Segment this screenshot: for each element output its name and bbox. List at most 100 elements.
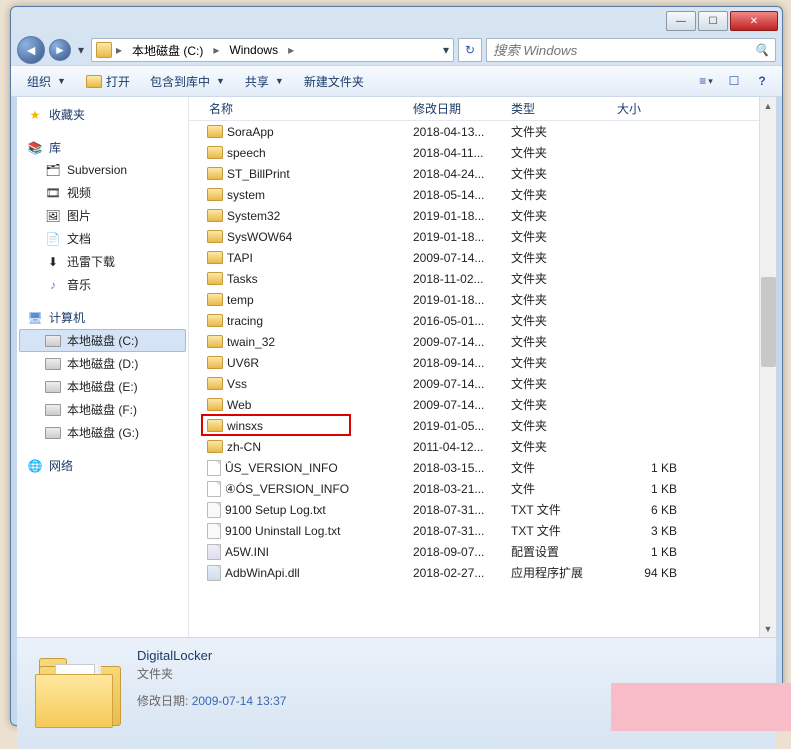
chevron-right-icon[interactable]: ▸ xyxy=(211,43,221,57)
file-row[interactable]: Vss2009-07-14...文件夹 xyxy=(189,373,759,394)
scrollbar[interactable]: ▲ ▼ xyxy=(759,97,776,637)
file-row[interactable]: ST_BillPrint2018-04-24...文件夹 xyxy=(189,163,759,184)
sidebar-drive-g[interactable]: 本地磁盘 (G:) xyxy=(19,421,186,444)
file-row[interactable]: twain_322009-07-14...文件夹 xyxy=(189,331,759,352)
sidebar-favorites[interactable]: ★收藏夹 xyxy=(19,103,186,126)
sidebar-libraries[interactable]: 📚库 xyxy=(19,136,186,159)
scroll-thumb[interactable] xyxy=(761,277,776,367)
search-field[interactable] xyxy=(493,43,754,58)
file-row[interactable]: 9100 Uninstall Log.txt2018-07-31...TXT 文… xyxy=(189,520,759,541)
file-list[interactable]: 名称 修改日期 类型 大小 SoraApp2018-04-13...文件夹spe… xyxy=(189,97,759,637)
minimize-button[interactable]: — xyxy=(666,11,696,31)
file-row[interactable]: speech 2018-04-11...文件夹 xyxy=(189,142,759,163)
share-menu[interactable]: 共享▼ xyxy=(237,69,292,94)
maximize-button[interactable]: ☐ xyxy=(698,11,728,31)
sidebar-drive-e[interactable]: 本地磁盘 (E:) xyxy=(19,375,186,398)
view-options-button[interactable]: ≡▾ xyxy=(694,69,718,93)
sidebar-drive-d[interactable]: 本地磁盘 (D:) xyxy=(19,352,186,375)
include-library-menu[interactable]: 包含到库中▼ xyxy=(142,69,233,94)
file-name: Vss xyxy=(227,377,247,391)
file-type: 文件夹 xyxy=(511,144,617,161)
sidebar-item-music[interactable]: ♪音乐 xyxy=(19,273,186,296)
file-row[interactable]: A5W.INI2018-09-07...配置设置1 KB xyxy=(189,541,759,562)
crumb-drive[interactable]: 本地磁盘 (C:) xyxy=(126,40,209,61)
library-icon: 📚 xyxy=(27,140,43,156)
drive-icon xyxy=(45,404,61,416)
file-row[interactable]: UV6R2018-09-14...文件夹 xyxy=(189,352,759,373)
sidebar-drive-f[interactable]: 本地磁盘 (F:) xyxy=(19,398,186,421)
sidebar-item-subversion[interactable]: 🗂Subversion xyxy=(19,159,186,181)
file-row[interactable]: Web2009-07-14...文件夹 xyxy=(189,394,759,415)
file-name: A5W.INI xyxy=(225,545,269,559)
column-type[interactable]: 类型 xyxy=(511,100,617,117)
nav-forward-button[interactable]: ► xyxy=(49,39,71,61)
dropdown-icon[interactable]: ▾ xyxy=(443,43,449,57)
column-size[interactable]: 大小 xyxy=(617,100,697,117)
column-name[interactable]: 名称 xyxy=(189,100,413,117)
file-name: Tasks xyxy=(227,272,258,286)
file-date: 2018-09-07... xyxy=(413,545,511,559)
sidebar-item-documents[interactable]: 📄文档 xyxy=(19,227,186,250)
file-row[interactable]: temp2019-01-18...文件夹 xyxy=(189,289,759,310)
scroll-down-icon[interactable]: ▼ xyxy=(760,620,776,637)
file-row[interactable]: ④ÓS_VERSION_INFO2018-03-21...文件1 KB xyxy=(189,478,759,499)
file-row[interactable]: Tasks2018-11-02...文件夹 xyxy=(189,268,759,289)
file-row[interactable]: SysWOW642019-01-18...文件夹 xyxy=(189,226,759,247)
file-type: 文件夹 xyxy=(511,207,617,224)
close-button[interactable]: ✕ xyxy=(730,11,778,31)
sidebar-drive-c[interactable]: 本地磁盘 (C:) xyxy=(19,329,186,352)
picture-icon: 🖼 xyxy=(45,208,61,224)
search-input[interactable]: 🔍 xyxy=(486,38,776,62)
chevron-right-icon[interactable]: ▸ xyxy=(286,43,296,57)
file-row[interactable]: TAPI2009-07-14...文件夹 xyxy=(189,247,759,268)
folder-icon xyxy=(207,377,223,390)
sidebar-item-videos[interactable]: 🎞视频 xyxy=(19,181,186,204)
file-row[interactable]: AdbWinApi.dll2018-02-27...应用程序扩展94 KB xyxy=(189,562,759,583)
crumb-folder[interactable]: Windows xyxy=(223,41,284,59)
open-icon xyxy=(86,75,102,88)
file-date: 2018-09-14... xyxy=(413,356,511,370)
folder-icon xyxy=(207,146,223,159)
file-type: 文件夹 xyxy=(511,270,617,287)
file-name: UV6R xyxy=(227,356,259,370)
file-row[interactable]: SoraApp2018-04-13...文件夹 xyxy=(189,121,759,142)
txt-file-icon xyxy=(207,523,221,539)
file-name: winsxs xyxy=(227,419,263,433)
titlebar[interactable]: — ☐ ✕ xyxy=(11,7,782,35)
video-icon: 🎞 xyxy=(45,185,61,201)
nav-history-dropdown[interactable]: ▾ xyxy=(75,40,87,60)
file-size: 6 KB xyxy=(617,503,697,517)
new-folder-button[interactable]: 新建文件夹 xyxy=(296,69,372,94)
preview-pane-button[interactable]: ☐ xyxy=(722,69,746,93)
nav-back-button[interactable]: ◄ xyxy=(17,36,45,64)
drive-icon xyxy=(96,42,112,58)
file-name: twain_32 xyxy=(227,335,275,349)
help-button[interactable]: ? xyxy=(750,69,774,93)
file-name: zh-CN xyxy=(227,440,261,454)
scroll-up-icon[interactable]: ▲ xyxy=(760,97,776,114)
file-row[interactable]: winsxs2019-01-05...文件夹 xyxy=(189,415,759,436)
file-type: 文件夹 xyxy=(511,375,617,392)
file-row[interactable]: ÛS_VERSION_INFO2018-03-15...文件1 KB xyxy=(189,457,759,478)
sidebar-item-pictures[interactable]: 🖼图片 xyxy=(19,204,186,227)
sidebar-network[interactable]: 🌐网络 xyxy=(19,454,186,477)
chevron-right-icon[interactable]: ▸ xyxy=(114,43,124,57)
organize-menu[interactable]: 组织▼ xyxy=(19,69,74,94)
file-date: 2018-04-11... xyxy=(413,146,511,160)
file-name: speech xyxy=(227,146,266,160)
file-date: 2018-03-21... xyxy=(413,482,511,496)
sidebar-computer[interactable]: 🖥计算机 xyxy=(19,306,186,329)
open-button[interactable]: 打开 xyxy=(78,69,138,94)
file-row[interactable]: zh-CN2011-04-12...文件夹 xyxy=(189,436,759,457)
file-row[interactable]: 9100 Setup Log.txt2018-07-31...TXT 文件6 K… xyxy=(189,499,759,520)
star-icon: ★ xyxy=(27,107,43,123)
column-date[interactable]: 修改日期 xyxy=(413,100,511,117)
file-row[interactable]: System322019-01-18...文件夹 xyxy=(189,205,759,226)
file-row[interactable]: system2018-05-14...文件夹 xyxy=(189,184,759,205)
refresh-button[interactable]: ↻ xyxy=(458,38,482,62)
file-row[interactable]: tracing2016-05-01...文件夹 xyxy=(189,310,759,331)
sidebar-item-xunlei[interactable]: ⬇迅雷下载 xyxy=(19,250,186,273)
file-type: 配置设置 xyxy=(511,543,617,560)
breadcrumb[interactable]: ▸ 本地磁盘 (C:) ▸ Windows ▸ ▾ xyxy=(91,38,454,62)
file-name: ④ÓS_VERSION_INFO xyxy=(225,482,349,496)
